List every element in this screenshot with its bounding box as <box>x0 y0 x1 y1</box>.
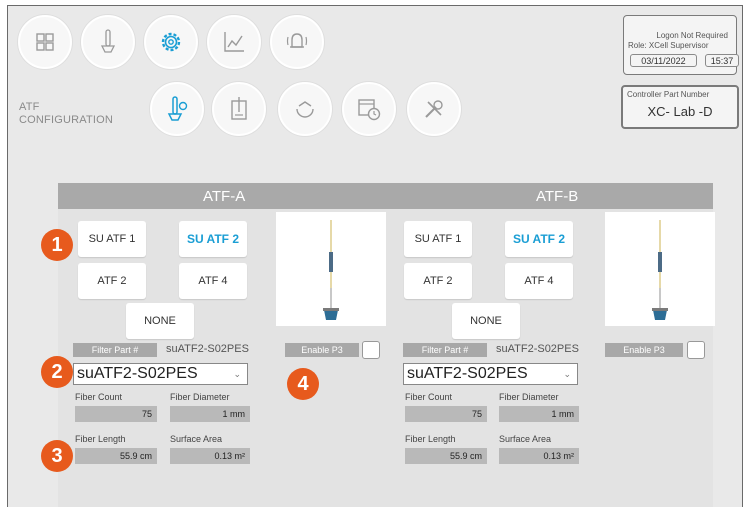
atf-device-illustration <box>323 220 339 320</box>
atf-a-fiber-diameter-label: Fiber Diameter <box>170 392 230 402</box>
atf-a-filter-part-value: suATF2-S02PES <box>166 343 249 355</box>
cycle-icon <box>296 101 314 118</box>
atf-a-filter-part-label: Filter Part # <box>73 343 157 357</box>
atf-a-fiber-length-label: Fiber Length <box>75 434 126 444</box>
gear-icon <box>161 32 181 52</box>
atf-a-su-atf-1-button[interactable]: SU ATF 1 <box>78 221 146 257</box>
atf-b-fiber-diameter-label: Fiber Diameter <box>499 392 559 402</box>
chart-icon <box>224 32 244 52</box>
atf-a-title: ATF-A <box>203 188 246 205</box>
atf-b-fiber-length-label: Fiber Length <box>405 434 456 444</box>
nav-vessel-button[interactable] <box>212 82 266 136</box>
page-title-line1: ATF <box>19 101 40 113</box>
nav-atf-config-button[interactable] <box>150 82 204 136</box>
vessel-icon <box>231 97 247 120</box>
atf-b-device-image <box>605 212 715 326</box>
atf-a-surface-area-label: Surface Area <box>170 434 223 444</box>
atf-a-fiber-diameter-value: 1 mm <box>170 406 250 422</box>
atf-b-atf-4-button[interactable]: ATF 4 <box>505 263 573 299</box>
nav-tools-button[interactable] <box>407 82 461 136</box>
nav-home-button[interactable] <box>18 15 72 69</box>
time-display: 15:37 <box>705 54 739 67</box>
atf-device-illustration <box>652 220 668 320</box>
atf-a-atf-2-button[interactable]: ATF 2 <box>78 263 146 299</box>
atf-a-enable-p3-label: Enable P3 <box>285 343 359 357</box>
tools-icon <box>425 100 443 118</box>
callout-badge-4: 4 <box>287 368 319 400</box>
atf-b-filter-part-label: Filter Part # <box>403 343 487 357</box>
date-display: 03/11/2022 <box>630 54 697 67</box>
atf-configuration-screen: ATF CONFIGURATION Logon Not Required Rol… <box>7 5 743 507</box>
nav-settings-button[interactable] <box>144 15 198 69</box>
callout-badge-1: 1 <box>41 229 73 261</box>
atf-a-device-image <box>276 212 386 326</box>
atf-b-filter-part-value: suATF2-S02PES <box>496 343 579 355</box>
probe-icon <box>100 29 116 53</box>
chevron-down-icon: ⌄ <box>233 369 241 379</box>
callout-badge-2: 2 <box>41 356 73 388</box>
atf-a-fiber-count-label: Fiber Count <box>75 392 123 402</box>
grid-icon <box>36 33 54 51</box>
atf-b-enable-p3-label: Enable P3 <box>605 343 683 357</box>
callout-badge-3: 3 <box>41 440 73 472</box>
nav-schedule-button[interactable] <box>342 82 396 136</box>
atf-a-fiber-length-value: 55.9 cm <box>75 448 157 464</box>
atf-b-surface-area-label: Surface Area <box>499 434 552 444</box>
atf-a-fiber-count-value: 75 <box>75 406 157 422</box>
atf-b-fiber-count-value: 75 <box>405 406 487 422</box>
atf-a-filter-select-value: suATF2-S02PES <box>77 365 198 382</box>
atf-b-fiber-diameter-value: 1 mm <box>499 406 579 422</box>
controller-part-box: Controller Part Number XC- Lab -D <box>621 85 739 129</box>
atf-b-su-atf-1-button[interactable]: SU ATF 1 <box>404 221 472 257</box>
atf-a-filter-select[interactable]: suATF2-S02PES ⌄ <box>73 363 248 385</box>
atf-a-enable-p3-checkbox[interactable] <box>362 341 380 359</box>
atf-a-su-atf-2-button[interactable]: SU ATF 2 <box>179 221 247 257</box>
atf-a-none-button[interactable]: NONE <box>126 303 194 339</box>
nav-trends-button[interactable] <box>207 15 261 69</box>
atf-panel-header: ATF-A ATF-B <box>58 183 713 209</box>
atf-b-fiber-length-value: 55.9 cm <box>405 448 487 464</box>
nav-cycle-button[interactable] <box>278 82 332 136</box>
bell-icon <box>286 33 308 48</box>
nav-probe-button[interactable] <box>81 15 135 69</box>
logon-status-box: Logon Not Required Role: XCell Superviso… <box>623 15 739 75</box>
atf-config-icon <box>167 96 188 121</box>
atf-b-none-button[interactable]: NONE <box>452 303 520 339</box>
role-text: Role: XCell Supervisor <box>628 41 709 50</box>
atf-b-title: ATF-B <box>536 188 579 205</box>
chevron-down-icon: ⌄ <box>563 369 571 379</box>
page-title: ATF CONFIGURATION <box>19 101 113 127</box>
logon-text: Logon Not Required <box>656 31 728 40</box>
atf-a-atf-4-button[interactable]: ATF 4 <box>179 263 247 299</box>
atf-b-surface-area-value: 0.13 m² <box>499 448 579 464</box>
calendar-clock-icon <box>358 99 381 121</box>
atf-b-enable-p3-checkbox[interactable] <box>687 341 705 359</box>
atf-a-surface-area-value: 0.13 m² <box>170 448 250 464</box>
nav-alarms-button[interactable] <box>270 15 324 69</box>
atf-b-fiber-count-label: Fiber Count <box>405 392 453 402</box>
atf-b-su-atf-2-button[interactable]: SU ATF 2 <box>505 221 573 257</box>
controller-part-value: XC- Lab -D <box>647 104 713 119</box>
atf-b-filter-select[interactable]: suATF2-S02PES ⌄ <box>403 363 578 385</box>
page-title-line2: CONFIGURATION <box>19 114 114 126</box>
atf-b-filter-select-value: suATF2-S02PES <box>407 365 528 382</box>
atf-b-atf-2-button[interactable]: ATF 2 <box>404 263 472 299</box>
controller-part-label: Controller Part Number <box>627 90 710 99</box>
